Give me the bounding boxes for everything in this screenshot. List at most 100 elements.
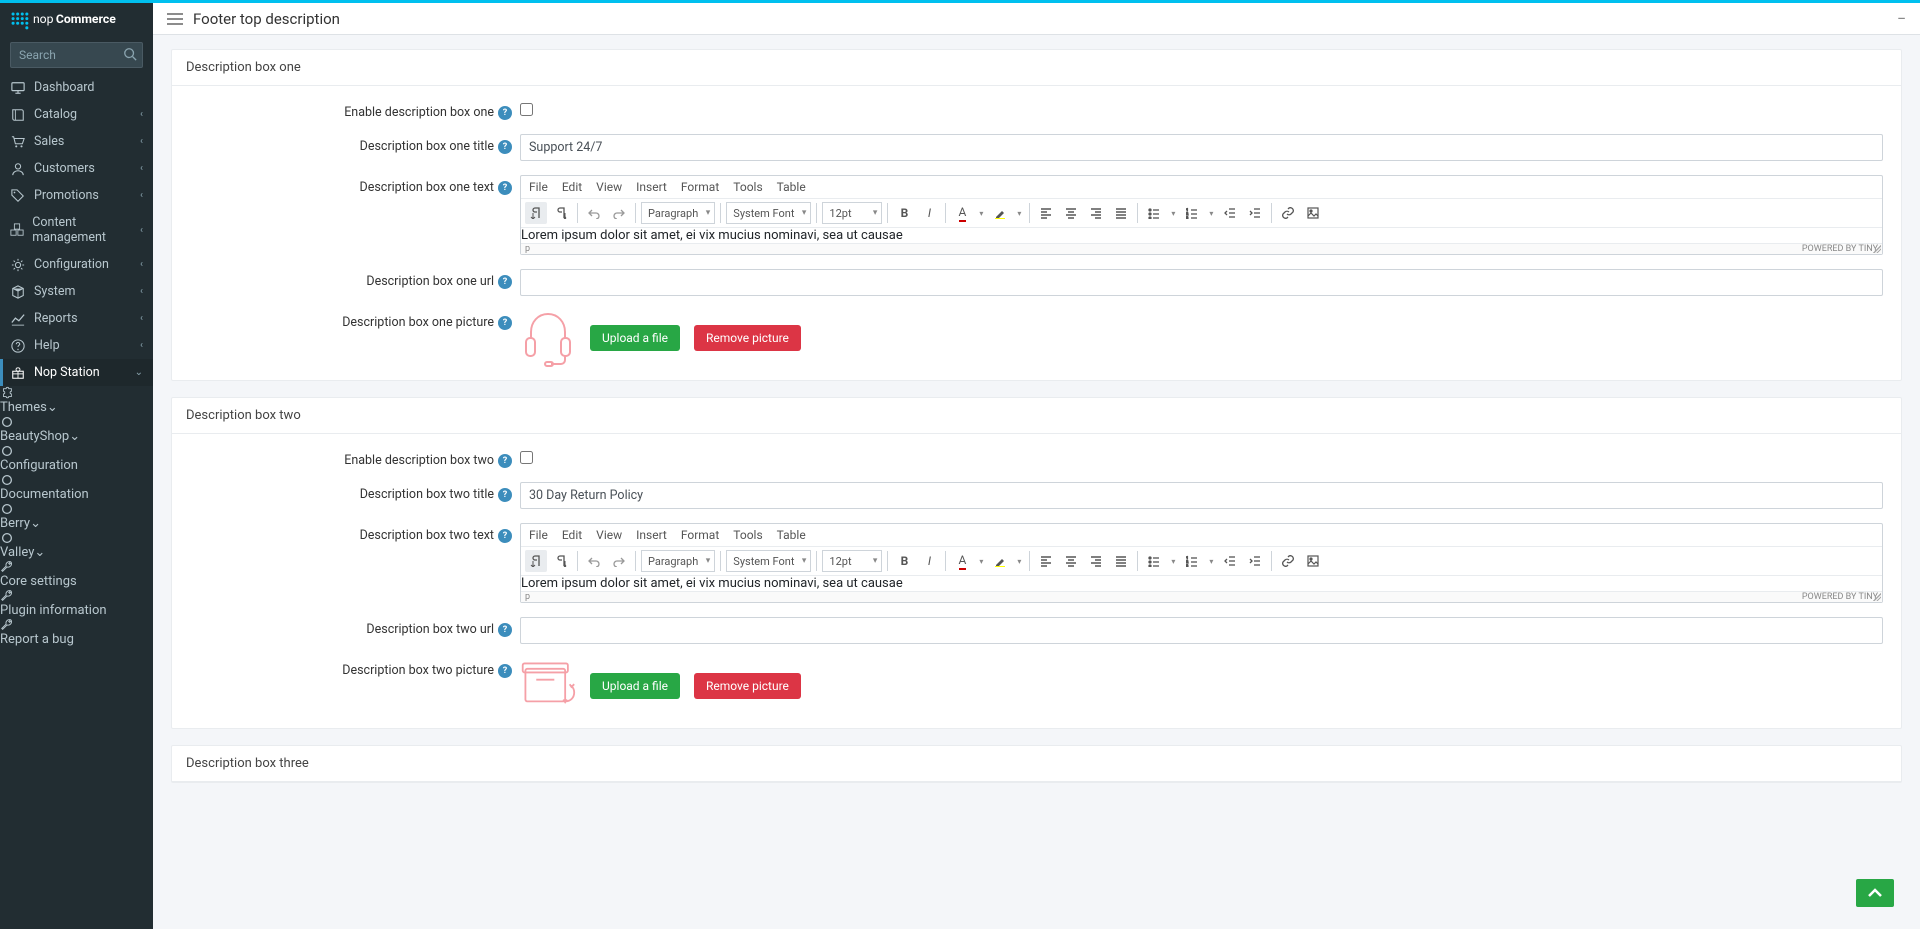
remove-button-one[interactable]: Remove picture [694,325,801,351]
redo-icon[interactable] [608,202,630,224]
font-select[interactable]: System Font [726,550,811,572]
checkbox-enable-one[interactable] [520,103,533,116]
input-url-two[interactable] [520,617,1883,644]
checkbox-enable-two[interactable] [520,451,533,464]
sidebar-subitem-plugin-information[interactable]: Plugin information [0,589,153,618]
input-title-one[interactable] [520,134,1883,161]
sidebar-item-help[interactable]: Help‹ [0,332,153,359]
editor-menu-table[interactable]: Table [777,180,806,194]
sidebar-item-sales[interactable]: Sales‹ [0,128,153,155]
link-icon[interactable] [1277,202,1299,224]
textcolor-icon[interactable]: A [951,202,973,224]
sidebar-item-nop-station[interactable]: Nop Station⌄ [0,359,153,386]
resize-handle[interactable] [1873,593,1881,601]
scroll-top-button[interactable] [1856,879,1894,907]
sidebar-item-dashboard[interactable]: Dashboard [0,74,153,101]
bullet-list-icon[interactable] [1143,202,1165,224]
sidebar-item-configuration[interactable]: Configuration‹ [0,251,153,278]
number-list-icon[interactable]: 123 [1181,202,1203,224]
fontsize-select[interactable]: 12pt [822,550,882,572]
ltr-icon[interactable] [525,550,547,572]
help-icon[interactable]: ? [498,664,512,678]
align-left-icon[interactable] [1035,202,1057,224]
help-icon[interactable]: ? [498,623,512,637]
rtl-icon[interactable] [550,202,572,224]
highlight-icon[interactable] [989,202,1011,224]
font-select[interactable]: System Font [726,202,811,224]
help-icon[interactable]: ? [498,529,512,543]
editor-menu-table[interactable]: Table [777,528,806,542]
help-icon[interactable]: ? [498,454,512,468]
editor-menu-edit[interactable]: Edit [562,528,582,542]
editor-menu-insert[interactable]: Insert [636,528,667,542]
sidebar-subitem-documentation[interactable]: Documentation [0,473,153,502]
help-icon[interactable]: ? [498,275,512,289]
upload-button-one[interactable]: Upload a file [590,325,680,351]
sidebar-item-customers[interactable]: Customers‹ [0,155,153,182]
align-center-icon[interactable] [1060,550,1082,572]
italic-icon[interactable]: I [918,550,940,572]
sidebar-item-reports[interactable]: Reports‹ [0,305,153,332]
bold-icon[interactable]: B [893,202,915,224]
number-list-icon[interactable]: 123 [1181,550,1203,572]
collapse-all-icon[interactable]: − [1897,9,1906,28]
sidebar-subitem-report-a-bug[interactable]: Report a bug [0,618,153,647]
editor-menu-tools[interactable]: Tools [733,528,762,542]
outdent-icon[interactable] [1219,202,1241,224]
sidebar-item-system[interactable]: System‹ [0,278,153,305]
rtl-icon[interactable] [550,550,572,572]
highlight-icon[interactable] [989,550,1011,572]
dropdown-icon[interactable]: ▾ [976,209,986,218]
input-title-two[interactable] [520,482,1883,509]
italic-icon[interactable]: I [918,202,940,224]
sidebar-subitem-berry[interactable]: Berry⌄ [0,502,153,531]
editor-menu-view[interactable]: View [596,180,622,194]
editor-menu-format[interactable]: Format [681,528,719,542]
help-icon[interactable]: ? [498,181,512,195]
editor-menu-tools[interactable]: Tools [733,180,762,194]
dropdown-icon[interactable]: ▾ [1168,209,1178,218]
help-icon[interactable]: ? [498,488,512,502]
resize-handle[interactable] [1873,245,1881,253]
dropdown-icon[interactable]: ▾ [1206,209,1216,218]
align-justify-icon[interactable] [1110,550,1132,572]
editor-menu-file[interactable]: File [529,180,548,194]
remove-button-two[interactable]: Remove picture [694,673,801,699]
link-icon[interactable] [1277,550,1299,572]
image-icon[interactable] [1302,202,1324,224]
redo-icon[interactable] [608,550,630,572]
undo-icon[interactable] [583,550,605,572]
bold-icon[interactable]: B [893,550,915,572]
editor-body[interactable]: Lorem ipsum dolor sit amet, ei vix muciu… [521,576,1882,591]
align-center-icon[interactable] [1060,202,1082,224]
sidebar-subitem-core-settings[interactable]: Core settings [0,560,153,589]
fontsize-select[interactable]: 12pt [822,202,882,224]
align-right-icon[interactable] [1085,550,1107,572]
sidebar-subitem-valley[interactable]: Valley⌄ [0,531,153,560]
ltr-icon[interactable] [525,202,547,224]
bullet-list-icon[interactable] [1143,550,1165,572]
sidebar-subitem-configuration[interactable]: Configuration [0,444,153,473]
undo-icon[interactable] [583,202,605,224]
textcolor-icon[interactable]: A [951,550,973,572]
align-right-icon[interactable] [1085,202,1107,224]
dropdown-icon[interactable]: ▾ [1168,557,1178,566]
editor-body[interactable]: Lorem ipsum dolor sit amet, ei vix muciu… [521,228,1882,243]
dropdown-icon[interactable]: ▾ [1014,557,1024,566]
help-icon[interactable]: ? [498,316,512,330]
dropdown-icon[interactable]: ▾ [976,557,986,566]
sidebar-subitem-themes[interactable]: Themes⌄ [0,386,153,415]
editor-menu-edit[interactable]: Edit [562,180,582,194]
paragraph-select[interactable]: Paragraph [641,202,715,224]
sidebar-item-catalog[interactable]: Catalog‹ [0,101,153,128]
editor-menu-view[interactable]: View [596,528,622,542]
align-left-icon[interactable] [1035,550,1057,572]
editor-menu-file[interactable]: File [529,528,548,542]
editor-menu-format[interactable]: Format [681,180,719,194]
outdent-icon[interactable] [1219,550,1241,572]
dropdown-icon[interactable]: ▾ [1014,209,1024,218]
indent-icon[interactable] [1244,202,1266,224]
sidebar-item-promotions[interactable]: Promotions‹ [0,182,153,209]
dropdown-icon[interactable]: ▾ [1206,557,1216,566]
sidebar-subitem-beautyshop[interactable]: BeautyShop⌄ [0,415,153,444]
